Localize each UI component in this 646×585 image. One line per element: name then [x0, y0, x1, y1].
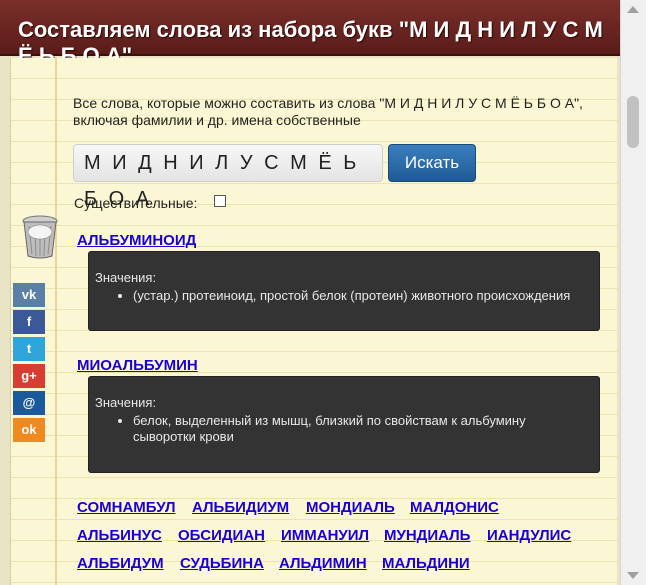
word-link[interactable]: ОБСИДИАН — [178, 527, 265, 544]
meanings-list: белок, выделенный из мышц, близкий по св… — [93, 413, 583, 445]
meanings-box: Значения: (устар.) протеиноид, простой бе… — [88, 251, 600, 331]
intro-text: Все слова, которые можно составить из сл… — [73, 95, 583, 128]
word-link[interactable]: АЛЬБИДИУМ — [192, 499, 289, 516]
word-link[interactable]: ИАНДУЛИС — [487, 527, 571, 544]
word-link[interactable]: СУДЬБИНА — [180, 555, 264, 572]
nouns-checkbox[interactable] — [214, 195, 226, 207]
word-link[interactable]: АЛЬДИМИН — [279, 555, 367, 572]
google-plus-icon[interactable]: g+ — [13, 364, 45, 388]
word-link[interactable]: ИММАНУИЛ — [281, 527, 369, 544]
scroll-up-arrow-icon[interactable] — [627, 6, 639, 13]
meanings-label: Значения: — [95, 270, 157, 285]
letters-input[interactable]: М И Д Н И Л У С М Ё Ь Б О А — [73, 144, 383, 210]
word-entry-link[interactable]: АЛЬБУМИНОИД — [77, 232, 196, 249]
vertical-scrollbar[interactable] — [620, 0, 646, 585]
facebook-icon[interactable]: f — [13, 310, 45, 334]
meanings-list: (устар.) протеиноид, простой белок (прот… — [93, 288, 583, 304]
word-link[interactable]: МАЛДОНИС — [410, 499, 499, 516]
meanings-box: Значения: белок, выделенный из мышц, близ… — [88, 376, 600, 473]
scroll-down-arrow-icon[interactable] — [627, 572, 639, 579]
twitter-icon[interactable]: t — [13, 337, 45, 361]
page-header: Составляем слова из набора букв "М И Д Н… — [0, 0, 620, 68]
trash-icon[interactable] — [20, 214, 60, 260]
meanings-label: Значения: — [95, 395, 157, 410]
search-button[interactable]: Искать — [388, 144, 476, 182]
word-link[interactable]: СОМНАМБУЛ — [77, 499, 175, 516]
word-link[interactable]: АЛЬБИНУС — [77, 527, 162, 544]
odnoklassniki-icon[interactable]: ok — [13, 418, 45, 442]
nouns-filter-label: Существительные: — [74, 195, 198, 211]
vk-icon[interactable]: vk — [13, 283, 45, 307]
word-link[interactable]: МОНДИАЛЬ — [306, 499, 395, 516]
meaning-item: (устар.) протеиноид, простой белок (прот… — [133, 288, 583, 304]
scroll-thumb[interactable] — [627, 96, 639, 148]
word-entry-link[interactable]: МИОАЛЬБУМИН — [77, 357, 198, 374]
word-link[interactable]: АЛЬБИДУМ — [77, 555, 164, 572]
word-link[interactable]: МАЛЬДИНИ — [382, 555, 470, 572]
mail-icon[interactable]: @ — [13, 391, 45, 415]
word-link[interactable]: МУНДИАЛЬ — [384, 527, 470, 544]
paper-margin-line — [55, 58, 57, 585]
meaning-item: белок, выделенный из мышц, близкий по св… — [133, 413, 583, 445]
